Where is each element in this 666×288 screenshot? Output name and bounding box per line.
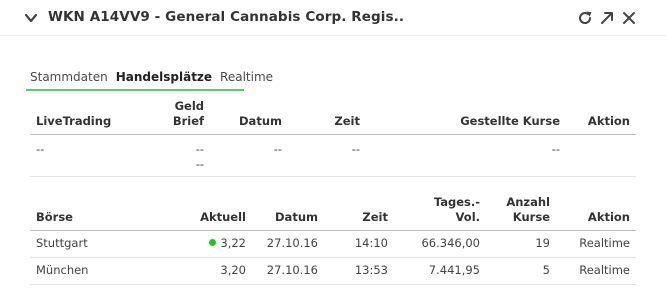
col-header-kurse: Kurse	[512, 209, 550, 224]
col-header-brief: Brief	[172, 113, 204, 128]
col-header-aktion: Aktion	[566, 96, 636, 135]
cell-tages-vol: 7.441,95	[394, 257, 486, 285]
cell-aktuell-value: 3,22	[220, 236, 246, 250]
col-header-zeit: Zeit	[324, 190, 394, 231]
livetrading-table: LiveTrading Geld Brief Datum Zeit Gestel…	[30, 96, 636, 177]
cell-anzahl-kurse: 19	[486, 230, 556, 258]
col-header-zeit: Zeit	[288, 96, 366, 135]
col-header-geld-brief: Geld Brief	[150, 96, 210, 135]
col-header-gestellte-kurse: Gestellte Kurse	[366, 96, 566, 135]
col-header-geld: Geld	[174, 98, 204, 113]
livetrading-header-row: LiveTrading Geld Brief Datum Zeit Gestel…	[30, 96, 636, 135]
col-header-tages-vol: Tages.- Vol.	[394, 190, 486, 231]
cell-venue: --	[30, 134, 150, 177]
cell-brief: --	[195, 156, 204, 171]
cell-boerse: Stuttgart	[30, 230, 150, 258]
expand-icon[interactable]	[599, 10, 615, 26]
col-header-tages: Tages.-	[433, 194, 480, 209]
col-header-boerse: Börse	[30, 190, 150, 231]
cell-gestellte-kurse: --	[366, 134, 566, 177]
exchanges-table: Börse Aktuell Datum Zeit Tages.- Vol. An…	[30, 190, 636, 285]
cell-geld-brief: -- --	[150, 134, 210, 177]
chevron-down-icon[interactable]	[24, 11, 38, 25]
cell-anzahl-kurse: 5	[486, 257, 556, 285]
cell-zeit: --	[288, 134, 366, 177]
exchanges-header-row: Börse Aktuell Datum Zeit Tages.- Vol. An…	[30, 190, 636, 231]
realtime-link[interactable]: Realtime	[556, 230, 636, 258]
cell-datum: 27.10.16	[252, 230, 324, 258]
cell-boerse: München	[30, 257, 150, 285]
col-header-anzahl: Anzahl	[506, 194, 550, 209]
col-header-datum: Datum	[210, 96, 288, 135]
col-header-livetrading: LiveTrading	[30, 96, 150, 135]
cell-datum: --	[210, 134, 288, 177]
cell-aktion	[566, 134, 636, 177]
col-header-datum: Datum	[252, 190, 324, 231]
cell-aktuell: 3,20	[150, 257, 252, 285]
active-tab-underline	[26, 89, 244, 91]
table-row[interactable]: Stuttgart 3,22 27.10.16 14:10 66.346,00 …	[30, 230, 636, 258]
widget-title: WKN A14VV9 - General Cannabis Corp. Regi…	[48, 9, 405, 25]
cell-datum: 27.10.16	[252, 257, 324, 285]
green-dot-icon	[209, 239, 217, 246]
realtime-link[interactable]: Realtime	[556, 257, 636, 285]
col-header-aktion: Aktion	[556, 190, 636, 231]
table-row[interactable]: München 3,20 27.10.16 13:53 7.441,95 5 R…	[30, 257, 636, 285]
table-row: -- -- -- -- -- --	[30, 134, 636, 177]
cell-geld: --	[195, 141, 204, 156]
close-icon[interactable]	[621, 10, 637, 26]
widget-header: WKN A14VV9 - General Cannabis Corp. Regi…	[0, 0, 666, 36]
cell-zeit: 13:53	[324, 257, 394, 285]
col-header-vol: Vol.	[455, 209, 480, 224]
col-header-aktuell: Aktuell	[150, 190, 252, 231]
refresh-icon[interactable]	[577, 10, 593, 26]
col-header-anzahl-kurse: Anzahl Kurse	[486, 190, 556, 231]
cell-tages-vol: 66.346,00	[394, 230, 486, 258]
cell-aktuell: 3,22	[150, 230, 252, 258]
cell-zeit: 14:10	[324, 230, 394, 258]
